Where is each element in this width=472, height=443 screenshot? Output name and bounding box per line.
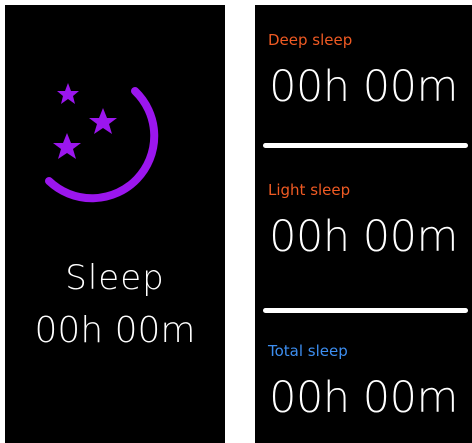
sleep-details-screen[interactable]: Deep sleep 00h 00m Light sleep 00h 00m T… xyxy=(255,5,472,443)
total-sleep-label: Total sleep xyxy=(268,342,348,360)
light-sleep-label: Light sleep xyxy=(268,181,351,199)
section-divider xyxy=(263,308,468,313)
sleep-title: Sleep xyxy=(65,258,165,298)
deep-sleep-label: Deep sleep xyxy=(268,31,353,49)
star-icon-top xyxy=(57,83,79,104)
star-icon-middle xyxy=(89,108,117,134)
star-icon-bottom xyxy=(53,133,81,159)
light-sleep-duration: 00h 00m xyxy=(269,212,458,262)
moon-stars-icon xyxy=(43,73,203,233)
sleep-summary-screen[interactable]: Sleep 00h 00m xyxy=(5,5,225,443)
section-divider xyxy=(263,143,468,148)
total-sleep-duration: 00h 00m xyxy=(269,373,458,423)
sleep-duration: 00h 00m xyxy=(34,310,196,351)
deep-sleep-duration: 00h 00m xyxy=(269,62,458,112)
